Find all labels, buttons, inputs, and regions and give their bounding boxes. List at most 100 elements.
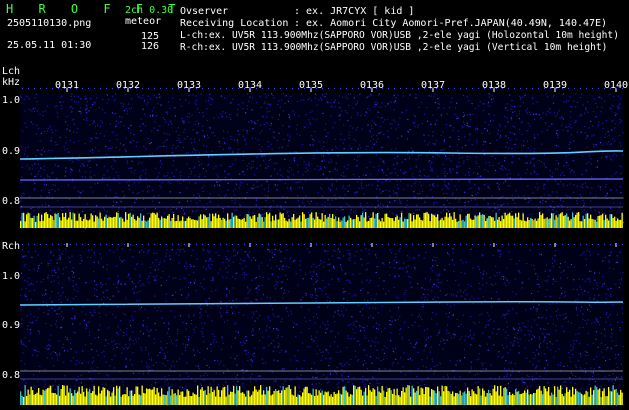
rch-minor-tick bbox=[124, 244, 125, 245]
rch-minor-tick bbox=[328, 244, 329, 245]
lch-minor-tick bbox=[112, 88, 113, 89]
rch-minor-tick bbox=[322, 244, 323, 245]
lch-minor-tick bbox=[400, 88, 401, 89]
lch-minor-tick bbox=[100, 88, 101, 89]
lch-minor-tick bbox=[58, 88, 59, 89]
rch-minor-tick bbox=[562, 244, 563, 245]
rch-minor-tick bbox=[334, 244, 335, 245]
lch-minor-tick bbox=[538, 88, 539, 89]
rch-minor-tick bbox=[148, 244, 149, 245]
rch-minor-tick bbox=[460, 244, 461, 245]
rch-minor-tick bbox=[154, 244, 155, 245]
rch-minor-tick bbox=[394, 244, 395, 245]
lch-minor-tick bbox=[94, 88, 95, 89]
rch-minor-tick bbox=[340, 244, 341, 245]
rch-minor-tick bbox=[292, 244, 293, 245]
rch-minor-tick bbox=[112, 244, 113, 245]
rch-minor-tick bbox=[106, 244, 107, 245]
rch-minor-tick bbox=[478, 244, 479, 245]
rch-minor-tick bbox=[34, 244, 35, 245]
lch-minor-tick bbox=[310, 88, 311, 89]
rch-minor-tick bbox=[142, 244, 143, 245]
rch-minor-tick bbox=[592, 244, 593, 245]
rch-minor-tick bbox=[184, 244, 185, 245]
lch-minor-tick bbox=[202, 88, 203, 89]
lch-minor-tick bbox=[466, 88, 467, 89]
rch-minor-tick bbox=[352, 244, 353, 245]
lch-minor-tick bbox=[598, 88, 599, 89]
lch-minor-tick bbox=[406, 88, 407, 89]
lch-minor-tick bbox=[502, 88, 503, 89]
rch-minor-tick bbox=[400, 244, 401, 245]
rch-minor-tick bbox=[418, 244, 419, 245]
lch-minor-tick bbox=[256, 88, 257, 89]
rch-minor-tick bbox=[70, 244, 71, 245]
rch-minor-tick bbox=[238, 244, 239, 245]
lch-minor-tick bbox=[214, 88, 215, 89]
rch-minor-tick bbox=[346, 244, 347, 245]
lch-minor-tick bbox=[70, 88, 71, 89]
rch-minor-tick bbox=[46, 244, 47, 245]
rch-minor-tick bbox=[100, 244, 101, 245]
rch-minor-tick bbox=[118, 244, 119, 245]
rch-minor-tick bbox=[88, 244, 89, 245]
lch-minor-tick bbox=[616, 88, 617, 89]
lch-minor-tick bbox=[388, 88, 389, 89]
rch-minor-tick bbox=[502, 244, 503, 245]
lch-minor-tick bbox=[280, 88, 281, 89]
rch-minor-tick bbox=[256, 244, 257, 245]
lch-minor-tick bbox=[52, 88, 53, 89]
lch-minor-tick bbox=[592, 88, 593, 89]
spectrogram bbox=[19, 88, 625, 407]
rch-minor-tick bbox=[610, 244, 611, 245]
lch-minor-tick bbox=[352, 88, 353, 89]
rch-minor-tick bbox=[466, 244, 467, 245]
lch-minor-tick bbox=[160, 88, 161, 89]
lch-minor-tick bbox=[544, 88, 545, 89]
rch-minor-tick bbox=[136, 244, 137, 245]
lch-minor-tick bbox=[316, 88, 317, 89]
lch-minor-tick bbox=[238, 88, 239, 89]
lch-minor-tick bbox=[496, 88, 497, 89]
lch-minor-tick bbox=[382, 88, 383, 89]
lch-minor-tick bbox=[262, 88, 263, 89]
rch-minor-tick bbox=[514, 244, 515, 245]
lch-minor-tick bbox=[154, 88, 155, 89]
lch-minor-tick bbox=[328, 88, 329, 89]
lch-minor-tick bbox=[34, 88, 35, 89]
lch-minor-tick bbox=[118, 88, 119, 89]
lch-minor-tick bbox=[292, 88, 293, 89]
rch-minor-tick bbox=[166, 244, 167, 245]
lch-minor-tick bbox=[190, 88, 191, 89]
rch-minor-tick bbox=[430, 244, 431, 245]
rch-minor-tick bbox=[370, 244, 371, 245]
lch-minor-tick bbox=[208, 88, 209, 89]
lch-minor-tick bbox=[250, 88, 251, 89]
rch-minor-tick bbox=[550, 244, 551, 245]
lch-minor-tick bbox=[376, 88, 377, 89]
rch-minor-tick bbox=[262, 244, 263, 245]
rch-minor-tick bbox=[280, 244, 281, 245]
rch-minor-tick bbox=[454, 244, 455, 245]
rch-minor-tick bbox=[190, 244, 191, 245]
rch-minor-tick bbox=[172, 244, 173, 245]
lch-minor-tick bbox=[490, 88, 491, 89]
lch-minor-tick bbox=[610, 88, 611, 89]
lch-minor-tick bbox=[142, 88, 143, 89]
rch-minor-tick bbox=[412, 244, 413, 245]
rch-minor-tick bbox=[160, 244, 161, 245]
rch-minor-tick bbox=[298, 244, 299, 245]
rch-minor-tick bbox=[604, 244, 605, 245]
rch-minor-tick bbox=[508, 244, 509, 245]
lch-minor-tick bbox=[508, 88, 509, 89]
lch-minor-tick bbox=[136, 88, 137, 89]
rch-minor-tick bbox=[130, 244, 131, 245]
lch-minor-tick bbox=[364, 88, 365, 89]
lch-minor-tick bbox=[484, 88, 485, 89]
rch-minor-tick bbox=[598, 244, 599, 245]
lch-minor-tick bbox=[568, 88, 569, 89]
lch-minor-tick bbox=[520, 88, 521, 89]
rch-minor-tick bbox=[268, 244, 269, 245]
rch-minor-tick bbox=[250, 244, 251, 245]
lch-minor-tick bbox=[556, 88, 557, 89]
